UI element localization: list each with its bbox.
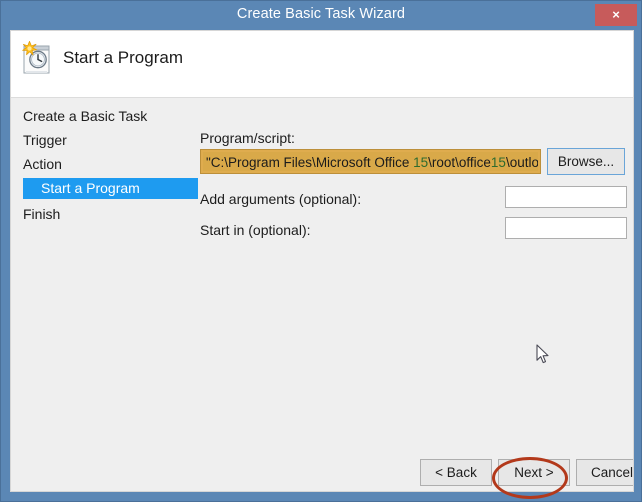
program-script-input[interactable]: "C:\Program Files\Microsoft Office 15\ro… [200, 149, 541, 174]
program-script-value-suffix: \outlook.exe [505, 155, 538, 170]
add-arguments-label: Add arguments (optional): [200, 191, 362, 207]
program-script-label: Program/script: [200, 130, 295, 146]
sidebar-item-action[interactable]: Action [23, 154, 62, 175]
start-in-label: Start in (optional): [200, 222, 311, 238]
form-panel: Program/script: "C:\Program Files\Micros… [189, 98, 633, 491]
sidebar-item-create-a-basic-task[interactable]: Create a Basic Task [23, 106, 147, 127]
program-script-value-ver2: 15 [490, 155, 506, 170]
close-icon[interactable]: × [595, 4, 637, 26]
sidebar-item-trigger[interactable]: Trigger [23, 130, 67, 151]
program-script-value-ver1: 15 [413, 155, 429, 170]
browse-button[interactable]: Browse... [547, 148, 625, 175]
program-script-input-inner: "C:\Program Files\Microsoft Office 15\ro… [203, 152, 538, 171]
next-button[interactable]: Next > [498, 459, 570, 486]
sidebar-item-finish[interactable]: Finish [23, 204, 60, 225]
program-script-value-mid: \root\office [428, 155, 491, 170]
calendar-clock-task-icon [19, 40, 57, 78]
add-arguments-input[interactable] [505, 186, 627, 208]
start-in-input[interactable] [505, 217, 627, 239]
window-title: Create Basic Task Wizard [236, 6, 406, 22]
cancel-button[interactable]: Cancel [576, 459, 633, 486]
page-title: Start a Program [63, 48, 183, 67]
sidebar-item-start-a-program[interactable]: Start a Program [23, 178, 198, 199]
title-bar: Create Basic Task Wizard × [1, 1, 641, 29]
screen: Create Basic Task Wizard × Start a Progr… [0, 0, 642, 502]
wizard-header: Start a Program [11, 31, 633, 98]
back-button[interactable]: < Back [420, 459, 492, 486]
program-script-value-prefix: "C:\Program Files\Microsoft Office [206, 155, 414, 170]
client-area: Start a Program Create a Basic Task Trig… [10, 30, 634, 492]
wizard-step-list: Create a Basic Task Trigger Action Start… [11, 98, 198, 491]
wizard-window: Create Basic Task Wizard × Start a Progr… [0, 0, 642, 502]
program-script-value: "C:\Program Files\Microsoft Office 15\ro… [206, 153, 538, 171]
